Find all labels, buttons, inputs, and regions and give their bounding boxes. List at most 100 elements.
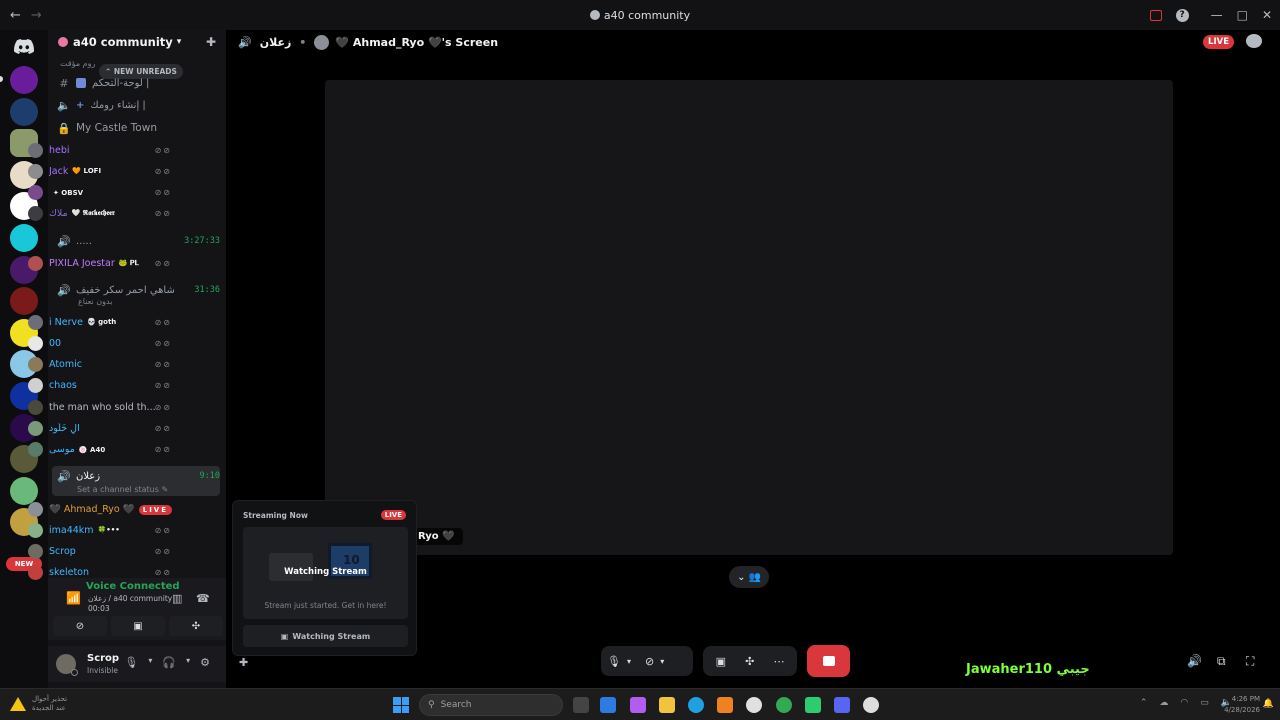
close-button[interactable]: ✕ — [1262, 8, 1272, 22]
vlc-icon[interactable] — [717, 697, 733, 713]
member-row[interactable]: آلِ خَلّود ⊘⊘ — [28, 419, 172, 439]
member-row[interactable]: Atomic ⊘⊘ — [28, 355, 172, 375]
server-icon-2[interactable] — [10, 97, 38, 126]
member-tag: 🧡 LOFI — [72, 167, 102, 176]
pencil-icon: ✎ — [161, 485, 169, 494]
chrome-icon[interactable] — [776, 697, 792, 713]
disconnect-button[interactable] — [807, 645, 850, 677]
minimize-button[interactable]: — — [1211, 8, 1223, 22]
channel-status-set[interactable]: Set a channel status ✎ — [77, 485, 168, 494]
server-icon-1[interactable] — [10, 66, 38, 94]
noise-suppression-icon[interactable]: ▥ — [172, 592, 182, 605]
member-row[interactable]: 🖤 Ahmad_Ryo 🖤 LIVE — [28, 499, 172, 519]
share-screen-button[interactable]: ▣ — [111, 616, 165, 636]
channel-label: إنشاء رومك | — [90, 99, 146, 111]
stream-sub-label: Stream just started. Get in here! — [264, 601, 387, 610]
member-row[interactable]: 00 ⊘⊘ — [28, 333, 172, 353]
notifications-icon[interactable]: 🔔 — [1263, 699, 1274, 709]
voice-channel-dots[interactable]: 🔊 ..... 3:27:33 — [56, 232, 220, 250]
guild-header[interactable]: a40 community ▾ ✚ — [48, 30, 226, 54]
member-row[interactable]: ima44km 🍀••• ⊘⊘ — [28, 520, 172, 540]
member-row[interactable]: Scrop ⊘⊘ — [28, 542, 172, 562]
member-row[interactable]: Jack 🧡 LOFI ⊘⊘ — [28, 161, 172, 181]
start-button[interactable] — [393, 697, 409, 713]
username[interactable]: Scrop — [87, 653, 119, 664]
channel-partial[interactable]: روم مؤقت — [60, 59, 95, 68]
edge-icon[interactable] — [688, 697, 704, 713]
screen-share-icon[interactable]: ▣ — [716, 655, 726, 668]
channel-castle-town[interactable]: 🔒 My Castle Town — [56, 119, 220, 137]
weather-widget[interactable]: تحذير أحوال عند الجديدة — [10, 695, 67, 713]
task-view-icon[interactable] — [573, 697, 589, 713]
wifi-icon[interactable]: ◠ — [1180, 698, 1188, 708]
server-icon — [589, 9, 600, 20]
app-icon[interactable] — [805, 697, 821, 713]
activities-button[interactable]: ✣ — [169, 616, 223, 636]
inbox-icon[interactable] — [1149, 9, 1162, 21]
more-icon[interactable]: ⋯ — [773, 655, 784, 668]
taskbar-search[interactable]: ⚲ Search — [419, 694, 563, 716]
server-icon-6[interactable] — [10, 223, 38, 252]
activities-icon[interactable]: ✣ — [745, 655, 754, 668]
overlay-text: Jawaher110 جيبي — [966, 662, 1090, 677]
camera-off-button[interactable]: ⊘ — [53, 616, 107, 636]
help-icon[interactable]: ? — [1175, 8, 1189, 22]
member-row[interactable]: the man who sold th... ⊘⊘ — [28, 397, 172, 417]
member-row[interactable]: موسى 🍥 A40 ⊘⊘ — [28, 440, 172, 460]
watching-stream-button[interactable]: ▣ Watching Stream — [243, 625, 408, 647]
discord-icon[interactable] — [834, 697, 850, 713]
signal-icon[interactable]: 📶 — [66, 591, 81, 605]
chat-icon[interactable] — [1246, 34, 1262, 48]
popout-icon[interactable]: ⧉ — [1217, 654, 1226, 669]
member-status-icons: ⊘⊘ — [154, 381, 172, 391]
forward-button[interactable]: → — [31, 8, 42, 23]
toggle-participants-button[interactable]: ⌄ 👥 — [729, 566, 769, 588]
chevron-down-icon[interactable]: ▾ — [627, 657, 631, 666]
window-title: a40 community — [0, 9, 1280, 22]
microphone-icon[interactable]: 🎙 — [607, 655, 621, 668]
chevron-down-icon[interactable]: ▾ — [148, 656, 152, 669]
widgets-icon[interactable] — [600, 697, 616, 713]
member-row[interactable]: ✦ OBSV ⊘⊘ — [28, 183, 172, 203]
disconnect-icon[interactable]: ☎ — [196, 592, 210, 605]
server-icon-8[interactable] — [10, 287, 38, 316]
member-row[interactable]: i Nerve 💀 goth ⊘⊘ — [28, 312, 172, 332]
voice-status[interactable]: Voice Connected — [86, 581, 180, 592]
member-row[interactable]: PIXILA Joestar 🐸 𝐏𝐋 ⊘⊘ — [28, 253, 172, 273]
network-icon[interactable]: ☁ — [1159, 698, 1168, 708]
display-icon[interactable]: ▭ — [1200, 698, 1209, 708]
member-status-icons: ⊘⊘ — [154, 402, 172, 412]
obs-icon[interactable] — [746, 697, 762, 713]
member-row[interactable]: chaos ⊘⊘ — [28, 376, 172, 396]
volume-icon[interactable]: 🔊 — [1187, 654, 1202, 668]
stream-screen[interactable] — [325, 80, 1173, 555]
stream-preview[interactable]: 10 Watching Stream Stream just started. … — [243, 527, 408, 619]
headphones-icon[interactable]: 🎧 — [162, 656, 176, 669]
copilot-icon[interactable] — [630, 697, 646, 713]
back-button[interactable]: ← — [10, 8, 21, 23]
clock[interactable]: 4:26 PM 4/28/2026 — [1224, 694, 1260, 716]
camera-off-icon[interactable]: ⊘ — [645, 655, 654, 668]
microphone-icon[interactable]: 🎙 — [124, 656, 138, 669]
voice-location[interactable]: زعلان / a40 community — [88, 594, 172, 603]
voice-channel-active[interactable]: 🔊 زعلان 9:10 — [56, 467, 220, 485]
chevron-down-icon[interactable]: ▾ — [186, 656, 190, 669]
gear-icon[interactable]: ⚙ — [200, 656, 210, 669]
member-row[interactable]: ملاك 🤍 𝕽𝖆𝖈𝖐𝖊𝖈𝖍𝖊𝖊𝖗 ⊘⊘ — [28, 204, 172, 224]
add-user-icon[interactable]: ✚ — [239, 656, 248, 669]
maximize-button[interactable]: □ — [1237, 8, 1248, 22]
member-name: Jack — [49, 165, 69, 177]
file-explorer-icon[interactable] — [659, 697, 675, 713]
app-icon[interactable] — [863, 697, 879, 713]
add-member-icon[interactable]: ✚ — [206, 35, 216, 49]
member-name: ملاك — [49, 208, 68, 220]
chevron-down-icon[interactable]: ▾ — [660, 657, 664, 666]
discord-home-button[interactable] — [8, 34, 40, 58]
member-row[interactable]: hebi ⊘⊘ — [28, 140, 172, 160]
channel-control-panel[interactable]: # لوحة-التحكم | — [56, 74, 220, 92]
chevron-up-icon[interactable]: ⌃ — [1140, 698, 1148, 708]
channel-create-room[interactable]: 🔈 + إنشاء رومك | — [56, 96, 220, 114]
tv-illustration-number: 10 — [343, 553, 360, 567]
fullscreen-icon[interactable]: ⛶ — [1246, 654, 1254, 669]
member-name: the man who sold th... — [49, 401, 155, 413]
